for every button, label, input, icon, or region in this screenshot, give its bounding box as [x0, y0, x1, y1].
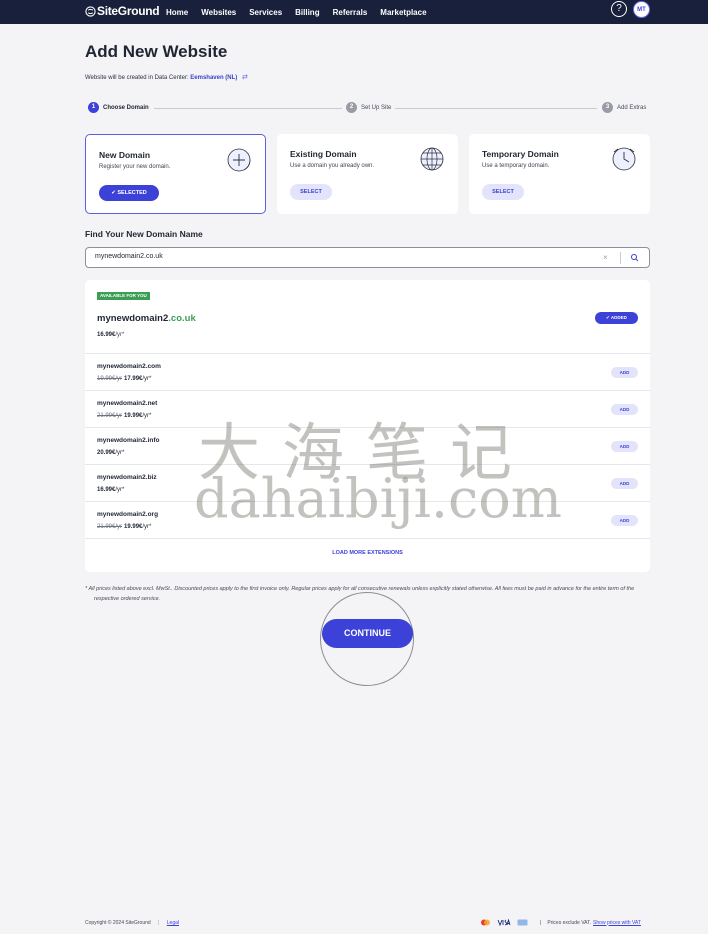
- page-title: Add New Website: [85, 42, 228, 61]
- continue-button[interactable]: CONTINUE: [322, 619, 413, 648]
- add-button[interactable]: ADD: [611, 478, 638, 489]
- load-more-extensions[interactable]: LOAD MORE EXTENSIONS: [85, 550, 650, 556]
- plus-circle-icon: [227, 148, 251, 172]
- main-nav: Home Websites Services Billing Referrals…: [166, 0, 440, 24]
- prices-note: Prices exclude VAT.: [547, 919, 592, 926]
- step-connector: [395, 108, 597, 109]
- top-nav: SiteGround Home Websites Services Billin…: [0, 0, 708, 24]
- step-number: 3: [602, 102, 613, 113]
- card-existing-domain[interactable]: Existing Domain Use a domain you already…: [277, 134, 458, 214]
- featured-domain: AVAILABLE FOR YOU mynewdomain2.co.uk 16.…: [85, 280, 650, 354]
- select-button[interactable]: SELECT: [290, 184, 332, 200]
- domain-name: mynewdomain2.com: [97, 363, 161, 370]
- check-icon: ✔: [111, 190, 116, 196]
- domain-price: 16.99€/yr*: [97, 487, 125, 493]
- domain-price: 21.99€/yr 19.99€/yr*: [97, 413, 152, 419]
- nav-websites[interactable]: Websites: [201, 8, 236, 17]
- add-button[interactable]: ADD: [611, 441, 638, 452]
- card-description: Use a temporary domain.: [482, 163, 550, 169]
- mastercard-icon: [481, 919, 490, 926]
- domain-row: mynewdomain2.com 19.99€/yr 17.99€/yr* ADD: [85, 354, 650, 391]
- domain-name: mynewdomain2.info: [97, 437, 160, 444]
- domain-search-input[interactable]: mynewdomain2.co.uk ×: [85, 247, 650, 268]
- find-domain-heading: Find Your New Domain Name: [85, 229, 203, 239]
- check-icon: ✔: [606, 315, 610, 320]
- card-temporary-domain[interactable]: Temporary Domain Use a temporary domain.…: [469, 134, 650, 214]
- available-badge: AVAILABLE FOR YOU: [97, 292, 150, 300]
- visa-icon: [497, 919, 511, 926]
- step-connector: [154, 108, 342, 109]
- footer-left: Copyright © 2024 SiteGround | Legal: [85, 920, 179, 926]
- logo-icon: [85, 5, 96, 17]
- step-number: 1: [88, 102, 99, 113]
- nav-referrals[interactable]: Referrals: [333, 8, 368, 17]
- domain-price: 19.99€/yr 17.99€/yr*: [97, 376, 152, 382]
- footer-separator: |: [540, 919, 542, 926]
- show-vat-link[interactable]: Show prices with VAT: [593, 920, 641, 926]
- card-new-domain[interactable]: New Domain Register your new domain. ✔ S…: [85, 134, 266, 214]
- step-number: 2: [346, 102, 357, 113]
- footer-right: | Prices exclude VAT. Show prices with V…: [480, 919, 641, 926]
- add-button[interactable]: ADD: [611, 404, 638, 415]
- clear-icon[interactable]: ×: [603, 253, 608, 262]
- add-button[interactable]: ADD: [611, 515, 638, 526]
- step-label: Choose Domain: [103, 104, 149, 111]
- step-label: Set Up Site: [361, 104, 392, 111]
- clock-globe-icon: [612, 147, 636, 171]
- step-add-extras: 3 Add Extras: [602, 102, 646, 113]
- data-center-line: Website will be created in Data Center: …: [85, 73, 248, 81]
- search-icon[interactable]: [629, 252, 641, 264]
- step-label: Add Extras: [617, 104, 647, 111]
- step-choose-domain: 1 Choose Domain: [88, 102, 149, 113]
- brand-name: SiteGround: [97, 4, 160, 18]
- amex-icon: [517, 919, 528, 926]
- nav-home[interactable]: Home: [166, 8, 188, 17]
- domain-name: mynewdomain2.org: [97, 511, 159, 518]
- copyright: Copyright © 2024 SiteGround: [85, 920, 151, 926]
- card-title: Temporary Domain: [482, 149, 559, 159]
- progress-stepper: 1 Choose Domain 2 Set Up Site 3 Add Extr…: [88, 102, 650, 114]
- select-button[interactable]: SELECT: [482, 184, 524, 200]
- swap-icon[interactable]: ⇄: [242, 74, 248, 81]
- nav-marketplace[interactable]: Marketplace: [380, 8, 426, 17]
- domain-price: 21.99€/yr 19.99€/yr*: [97, 524, 152, 530]
- search-value: mynewdomain2.co.uk: [95, 253, 163, 260]
- legal-link[interactable]: Legal: [167, 920, 179, 926]
- step-set-up-site: 2 Set Up Site: [346, 102, 391, 113]
- card-description: Use a domain you already own.: [290, 163, 375, 169]
- selected-button[interactable]: ✔ SELECTED: [99, 185, 159, 201]
- domain-price: 20.99€/yr*: [97, 450, 125, 456]
- data-center-name[interactable]: Eemshaven (NL): [190, 75, 237, 81]
- add-button[interactable]: ADD: [611, 367, 638, 378]
- domain-name: mynewdomain2.biz: [97, 474, 157, 481]
- data-center-prefix: Website will be created in Data Center:: [85, 75, 189, 81]
- watermark-url: dahaibiji.com: [194, 467, 562, 530]
- siteground-logo[interactable]: SiteGround: [85, 3, 160, 19]
- featured-domain-name: mynewdomain2.co.uk: [97, 313, 196, 324]
- nav-services[interactable]: Services: [249, 8, 282, 17]
- search-divider: [620, 252, 621, 264]
- globe-icon: [420, 147, 444, 171]
- domain-name: mynewdomain2.net: [97, 400, 158, 407]
- help-icon[interactable]: ?: [611, 1, 627, 17]
- added-button[interactable]: ✔ ADDED: [595, 312, 638, 324]
- footer-separator: |: [158, 920, 160, 926]
- nav-billing[interactable]: Billing: [295, 8, 319, 17]
- card-description: Register your new domain.: [99, 164, 171, 170]
- card-title: Existing Domain: [290, 149, 357, 159]
- card-title: New Domain: [99, 150, 151, 160]
- user-avatar[interactable]: MT: [633, 1, 650, 18]
- featured-price: 16.99€/yr*: [97, 332, 125, 338]
